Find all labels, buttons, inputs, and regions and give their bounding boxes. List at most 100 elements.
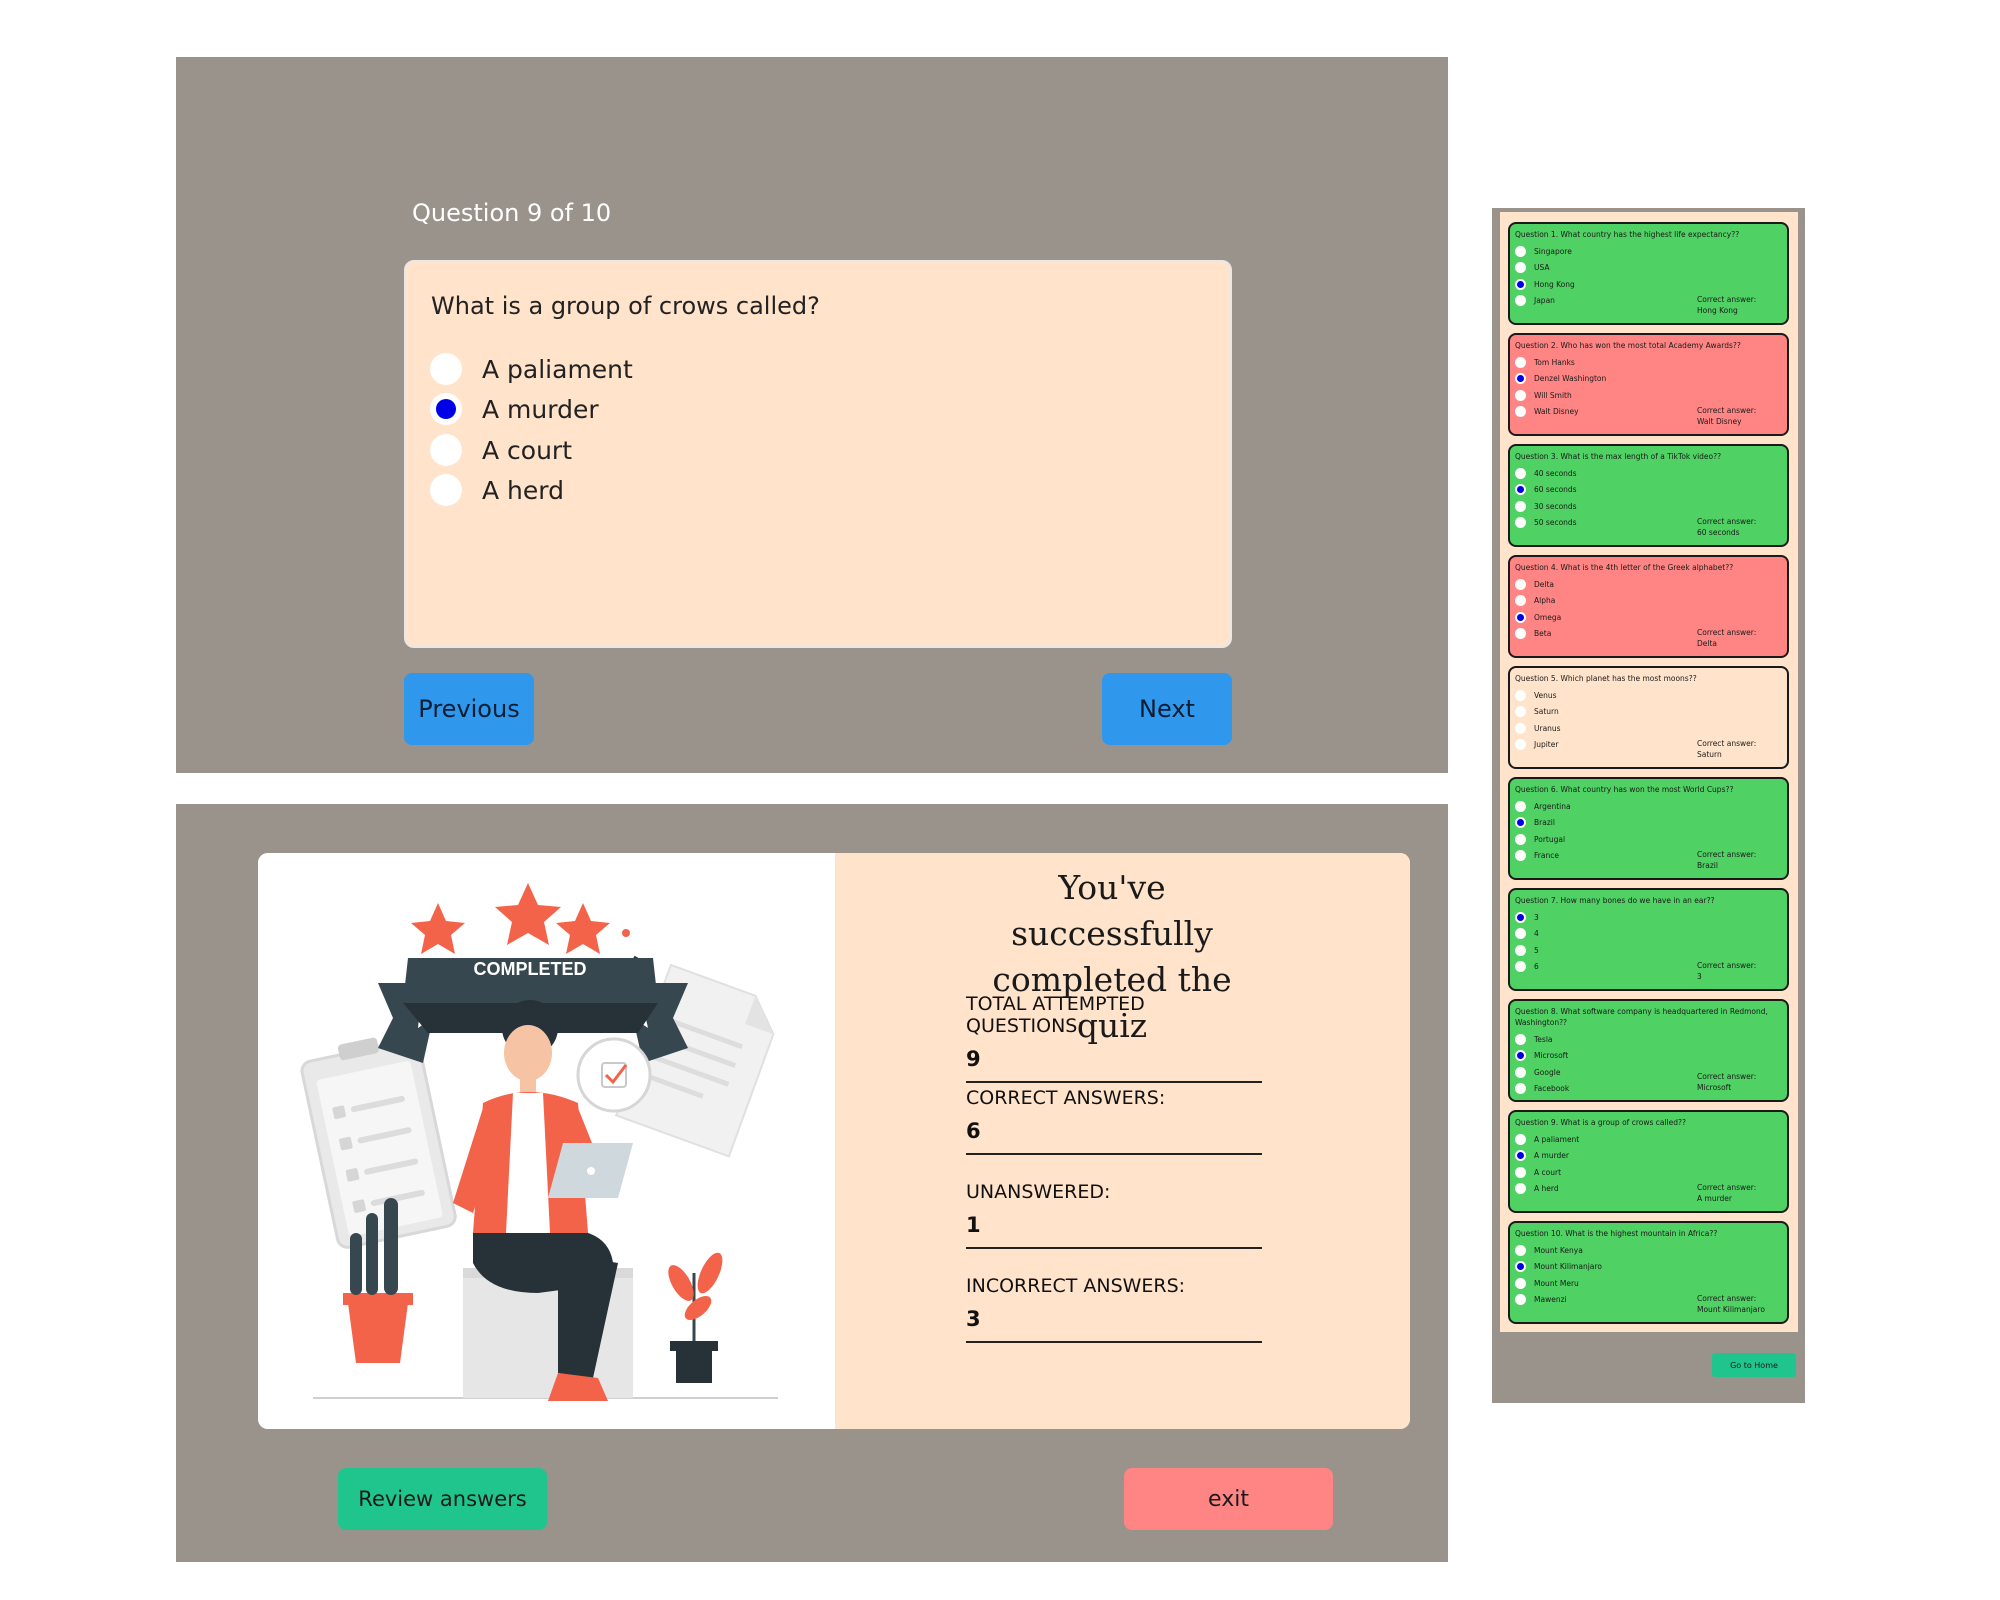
review-option-row: Portugal bbox=[1515, 831, 1782, 848]
next-button[interactable]: Next bbox=[1102, 673, 1232, 745]
review-radio bbox=[1515, 245, 1526, 257]
review-option-row: A murder bbox=[1515, 1148, 1782, 1165]
review-option-row: Venus bbox=[1515, 687, 1782, 704]
correct-answer-prefix: Correct answer: bbox=[1697, 1072, 1757, 1081]
review-answers-button[interactable]: Review answers bbox=[338, 1468, 547, 1530]
review-option-label: 4 bbox=[1534, 929, 1539, 939]
result-panel: COMPLETED You've successfully completed … bbox=[176, 804, 1448, 1562]
option-label: A murder bbox=[482, 394, 599, 424]
review-radio-selected bbox=[1515, 817, 1526, 829]
correct-answer-value: Microsoft bbox=[1697, 1083, 1732, 1092]
review-radio-selected bbox=[1515, 484, 1526, 496]
review-option-row: 3 bbox=[1515, 909, 1782, 926]
review-radio bbox=[1515, 1083, 1526, 1095]
review-option-label: 3 bbox=[1534, 912, 1539, 922]
review-option-label: Delta bbox=[1534, 579, 1555, 589]
review-option-label: 6 bbox=[1534, 962, 1539, 972]
review-question-title: Question 7. How many bones do we have in… bbox=[1515, 896, 1715, 905]
review-option-label: Walt Disney bbox=[1534, 407, 1579, 417]
review-radio bbox=[1515, 578, 1526, 590]
review-radio bbox=[1515, 706, 1526, 718]
review-question-card: Question 8. What software company is hea… bbox=[1508, 999, 1789, 1102]
option-row[interactable]: A court bbox=[430, 433, 572, 467]
review-question-card: Question 3. What is the max length of a … bbox=[1508, 444, 1789, 547]
review-option-label: 5 bbox=[1534, 945, 1539, 955]
option-radio-selected[interactable] bbox=[430, 393, 462, 425]
review-radio bbox=[1515, 739, 1526, 751]
review-option-row: 60 seconds bbox=[1515, 482, 1782, 499]
stat-total-attempted: TOTAL ATTEMPTED QUESTIONS: 9 bbox=[966, 993, 1262, 1083]
review-option-label: A court bbox=[1534, 1167, 1562, 1177]
review-question-card: Question 9. What is a group of crows cal… bbox=[1508, 1110, 1789, 1213]
review-radio bbox=[1515, 262, 1526, 274]
review-option-label: 50 seconds bbox=[1534, 518, 1577, 528]
stat-value: 9 bbox=[966, 1047, 1262, 1083]
stat-value: 6 bbox=[966, 1119, 1262, 1155]
review-question-card: Question 1. What country has the highest… bbox=[1508, 222, 1789, 325]
option-radio[interactable] bbox=[430, 434, 462, 466]
stat-label: CORRECT ANSWERS: bbox=[966, 1087, 1166, 1109]
review-option-label: Tom Hanks bbox=[1534, 357, 1575, 367]
review-option-row: Mount Kenya bbox=[1515, 1242, 1782, 1259]
review-radio bbox=[1515, 1166, 1526, 1178]
go-home-button[interactable]: Go to Home bbox=[1712, 1353, 1796, 1377]
review-correct-answer: Correct answer: Walt Disney bbox=[1697, 405, 1767, 427]
review-option-label: Google bbox=[1534, 1067, 1561, 1077]
review-radio-selected bbox=[1515, 1261, 1526, 1273]
review-radio bbox=[1515, 1066, 1526, 1078]
stat-value: 1 bbox=[966, 1213, 1262, 1249]
exit-button[interactable]: exit bbox=[1124, 1468, 1333, 1530]
review-option-label: Jupiter bbox=[1534, 740, 1559, 750]
review-radio-selected bbox=[1515, 1050, 1526, 1062]
review-radio bbox=[1515, 500, 1526, 512]
review-radio bbox=[1515, 1244, 1526, 1256]
review-option-label: Beta bbox=[1534, 629, 1552, 639]
review-option-label: Hong Kong bbox=[1534, 279, 1575, 289]
option-radio[interactable] bbox=[430, 353, 462, 385]
review-question-card: Question 6. What country has won the mos… bbox=[1508, 777, 1789, 880]
review-question-title: Question 5. Which planet has the most mo… bbox=[1515, 674, 1697, 683]
option-row[interactable]: A herd bbox=[430, 473, 564, 507]
completed-illustration: COMPLETED bbox=[258, 853, 835, 1429]
review-question-card: Question 7. How many bones do we have in… bbox=[1508, 888, 1789, 991]
review-question-title: Question 10. What is the highest mountai… bbox=[1515, 1229, 1718, 1238]
review-option-label: Mount Kenya bbox=[1534, 1245, 1583, 1255]
review-option-label: Omega bbox=[1534, 612, 1562, 622]
review-option-row: Will Smith bbox=[1515, 387, 1782, 404]
review-option-row: Alpha bbox=[1515, 593, 1782, 610]
option-row[interactable]: A paliament bbox=[430, 352, 633, 386]
review-option-row: Microsoft bbox=[1515, 1048, 1782, 1065]
review-option-row: Mount Kilimanjaro bbox=[1515, 1259, 1782, 1276]
review-radio bbox=[1515, 944, 1526, 956]
review-option-label: Denzel Washington bbox=[1534, 374, 1607, 384]
option-radio[interactable] bbox=[430, 474, 462, 506]
review-radio bbox=[1515, 961, 1526, 973]
correct-answer-value: Delta bbox=[1697, 639, 1718, 648]
review-option-row: USA bbox=[1515, 260, 1782, 277]
option-label: A court bbox=[482, 435, 573, 465]
review-option-row: 30 seconds bbox=[1515, 498, 1782, 515]
review-correct-answer: Correct answer: Brazil bbox=[1697, 849, 1767, 871]
review-option-label: A murder bbox=[1534, 1151, 1569, 1161]
correct-answer-value: Hong Kong bbox=[1697, 306, 1738, 315]
review-radio-selected bbox=[1515, 911, 1526, 923]
correct-answer-prefix: Correct answer: bbox=[1697, 628, 1757, 637]
stat-label: UNANSWERED: bbox=[966, 1181, 1111, 1203]
review-radio bbox=[1515, 1277, 1526, 1289]
quiz-panel: Question 9 of 10 What is a group of crow… bbox=[176, 57, 1448, 773]
review-question-title: Question 9. What is a group of crows cal… bbox=[1515, 1118, 1686, 1127]
review-radio bbox=[1515, 689, 1526, 701]
previous-button[interactable]: Previous bbox=[404, 673, 534, 745]
correct-answer-prefix: Correct answer: bbox=[1697, 1294, 1757, 1303]
review-option-row: Omega bbox=[1515, 609, 1782, 626]
review-option-label: Saturn bbox=[1534, 707, 1559, 717]
review-radio bbox=[1515, 406, 1526, 418]
stat-label: TOTAL ATTEMPTED QUESTIONS: bbox=[966, 993, 1145, 1037]
review-radio-selected bbox=[1515, 373, 1526, 385]
correct-answer-value: 3 bbox=[1697, 972, 1702, 981]
review-option-label: France bbox=[1534, 851, 1559, 861]
review-radio bbox=[1515, 722, 1526, 734]
review-option-label: Facebook bbox=[1534, 1084, 1570, 1094]
option-row[interactable]: A murder bbox=[430, 392, 599, 426]
review-option-label: 40 seconds bbox=[1534, 468, 1577, 478]
